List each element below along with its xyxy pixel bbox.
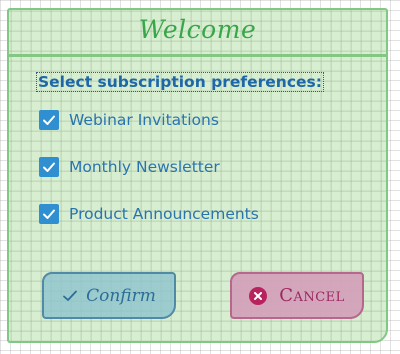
subscription-prompt: Select subscription preferences: <box>36 72 324 92</box>
cancel-button-label: Cancel <box>279 285 345 306</box>
checkbox-product-announcements[interactable] <box>39 204 59 224</box>
close-circle-icon <box>249 286 268 305</box>
option-label: Webinar Invitations <box>69 111 219 129</box>
confirm-button[interactable]: Confirm <box>42 272 176 319</box>
option-product-announcements[interactable]: Product Announcements <box>39 204 259 224</box>
dialog-title: Welcome <box>138 15 257 44</box>
check-icon <box>43 209 55 219</box>
confirm-button-label: Confirm <box>86 285 156 306</box>
check-icon <box>63 290 78 301</box>
cancel-button[interactable]: Cancel <box>230 272 364 319</box>
option-label: Product Announcements <box>69 205 259 223</box>
checkbox-monthly-newsletter[interactable] <box>39 157 59 177</box>
option-monthly-newsletter[interactable]: Monthly Newsletter <box>39 157 220 177</box>
dialog-titlebar: Welcome <box>9 10 386 57</box>
option-webinar-invitations[interactable]: Webinar Invitations <box>39 110 219 130</box>
check-icon <box>43 115 55 125</box>
checkbox-webinar-invitations[interactable] <box>39 110 59 130</box>
option-label: Monthly Newsletter <box>69 158 220 176</box>
check-icon <box>43 162 55 172</box>
welcome-dialog: Welcome Select subscription preferences:… <box>7 8 388 343</box>
